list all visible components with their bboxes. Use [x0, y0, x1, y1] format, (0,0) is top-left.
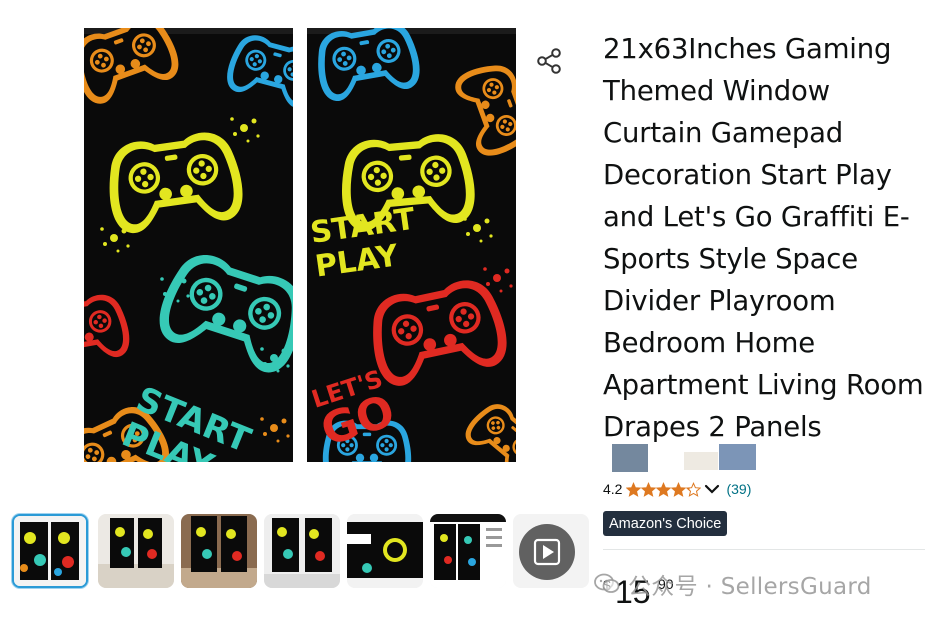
curtain-panel-left: START PLAY — [84, 28, 324, 462]
star-icon — [656, 481, 672, 497]
thumbnail-6[interactable] — [430, 514, 506, 588]
divider — [603, 549, 925, 550]
watermark-text: 公众号 · SellersGuard — [628, 574, 872, 600]
thumbnail-5[interactable] — [347, 514, 423, 588]
thumbnail-3[interactable] — [181, 514, 257, 588]
rating-row[interactable]: 4.2 (39) — [603, 480, 751, 498]
wechat-icon — [594, 573, 620, 595]
redacted-block — [719, 444, 756, 470]
thumbnail-4[interactable] — [264, 514, 340, 588]
play-icon — [533, 538, 561, 566]
video-thumbnail[interactable] — [513, 514, 589, 588]
star-icon — [671, 481, 687, 497]
redacted-block — [684, 452, 718, 470]
thumbnail-2[interactable] — [98, 514, 174, 588]
main-product-image[interactable]: START PLAY START PLAY LET'S GO — [84, 28, 516, 462]
watermark: 公众号 · SellersGuard — [594, 567, 872, 601]
amazons-choice-badge: Amazon's Choice — [603, 511, 728, 536]
star-icon — [686, 481, 702, 497]
star-icon — [626, 481, 642, 497]
star-icon — [641, 481, 657, 497]
review-count-link[interactable]: (39) — [726, 481, 751, 497]
share-button[interactable] — [532, 44, 566, 78]
star-rating[interactable] — [626, 481, 702, 497]
curtain-panel-right: START PLAY LET'S GO — [307, 28, 516, 462]
redacted-block — [612, 444, 648, 472]
share-icon — [537, 48, 561, 74]
chevron-down-icon[interactable] — [704, 482, 720, 496]
thumbnail-1[interactable] — [12, 514, 88, 588]
rating-value: 4.2 — [603, 481, 623, 497]
product-title[interactable]: 21x63Inches Gaming Themed Window Curtain… — [603, 28, 925, 448]
play-button[interactable] — [519, 524, 575, 580]
thumbnail-strip — [12, 514, 592, 588]
